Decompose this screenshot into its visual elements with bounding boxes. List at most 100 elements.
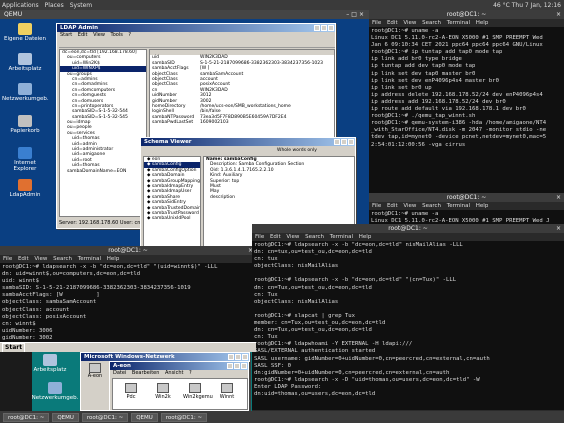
terminal-menu[interactable]: File Edit View Search Terminal Help	[0, 255, 256, 263]
close-icon[interactable]: ×	[556, 193, 561, 202]
terminal-line: root@DC1:~# ldapsearch -x -b "dc=eon,dc=…	[2, 264, 218, 270]
terminal-menu[interactable]: File Edit View Search Terminal Help	[369, 202, 564, 210]
taskbar-button[interactable]: QEMU	[52, 412, 79, 422]
computer-icon	[157, 383, 169, 393]
network-icon	[89, 363, 101, 373]
desktop-icon-ie[interactable]: Internet Explorer	[2, 147, 48, 172]
schema-detail-line: description	[210, 194, 236, 200]
terminal-line: ip tuntap add dev tap0 mode tap	[371, 63, 476, 70]
network-entry-aeon[interactable]: A-eon	[83, 363, 107, 379]
system-menu[interactable]: System	[70, 2, 92, 9]
terminal-line: root@DC1:~# ldapwhoami -Y EXTERNAL -H ld…	[254, 341, 413, 348]
terminal-right-top[interactable]: root@DC1: ~ × File Edit View Search Termi…	[369, 10, 564, 193]
attribute-value: [W ]	[200, 66, 210, 72]
win2k-desktop: Eigene Dateien Arbeitsplatz Netzwerkumge…	[0, 19, 369, 255]
close-icon[interactable]: ×	[556, 10, 561, 19]
clock-status: 46 °C Thu 7 Jan, 12:16	[493, 1, 561, 9]
terminal-line: objectClass: sambaSamAccount	[2, 299, 97, 306]
aeon-menu[interactable]: Datei Bearbeiten Ansicht ?	[110, 370, 248, 377]
tree-node[interactable]: sambaDomainName=EON	[60, 169, 146, 174]
taskbar-button[interactable]: root@DC1: ~	[81, 412, 129, 422]
network-icon	[48, 382, 62, 394]
terminal-line: sambaSID: S-1-5-21-2187099686-3382362303…	[2, 285, 191, 292]
bottom-panel: root@DC1: ~ QEMU root@DC1: ~ QEMU root@DC1: …	[0, 411, 564, 423]
schema-class-list[interactable]: ◆ eon ◆ sambaConfig ◆ sambaConfigOption ◆ s…	[143, 156, 201, 248]
top-panel: Applications Places System 46 °C Thu 7 J…	[0, 0, 564, 10]
terminal-line: gidNumber: 3002	[2, 334, 53, 341]
terminal-output: root@DC1:~# ldapsearch -x -b "dc=eon,dc=…	[0, 263, 256, 346]
terminal-line: ip link set dev tap0 master br0	[371, 70, 476, 77]
terminal-line: cn: tux	[254, 256, 278, 263]
close-icon[interactable]: ×	[556, 224, 561, 233]
desktop-icon-network[interactable]: Netzwerkumgeb.	[2, 83, 49, 102]
desktop-icon-trash[interactable]: Papierkorb	[2, 115, 48, 134]
window-buttons[interactable]	[228, 354, 248, 360]
places-menu[interactable]: Places	[45, 2, 64, 9]
terminal-line: objectClass: posixAccount	[2, 313, 87, 320]
terminal-line: SASL username: gidNumber=0+uidNumber=0,c…	[254, 355, 490, 362]
terminal-output: root@DC1:~# uname -a Linux DC1 5.11.0-rc2…	[369, 27, 564, 150]
terminal-line: root@DC1:~# ldapsearch -x -D "uid=thomas…	[254, 376, 480, 383]
computer-entry[interactable]: Winnt	[215, 383, 239, 400]
taskbar-button[interactable]: root@DC1: ~	[160, 412, 208, 422]
desktop-icon-ldapadmin[interactable]: LdapAdmin	[2, 179, 48, 198]
qemu-window-win2k: QEMU –□× Eigene Dateien Arbeitsplatz Netz…	[0, 10, 369, 255]
desktop-icon-label: Arbeitsplatz	[8, 66, 42, 72]
attribute-value: 3002	[200, 98, 212, 104]
terminal-middle[interactable]: root@DC1: ~ × File Edit View Search Termi…	[0, 246, 256, 346]
attribute-row[interactable]: sambaPwdLastSet 1609002103	[150, 120, 334, 125]
taskbar-button[interactable]: root@DC1: ~	[3, 412, 50, 422]
applications-menu[interactable]: Applications	[2, 2, 39, 9]
terminal-line: objectClass: nisMailAlias	[254, 263, 339, 270]
terminal-ldap[interactable]: root@DC1: ~ × File Edit View Search Termi…	[252, 224, 564, 410]
desktop-icon-label: Arbeitsplatz	[33, 367, 67, 373]
computer-entry[interactable]: Win2k	[151, 383, 175, 400]
terminal-line: root@DC1:~# uname -a	[371, 28, 439, 34]
toolbar[interactable]	[59, 40, 335, 48]
computer-label: Winnt	[219, 394, 235, 400]
terminal-line: dn: cn=Tux,ou=test_ou,dc=eon,dc=tld	[254, 284, 372, 291]
terminal-line: member: cn=Tux,ou=test_ou,dc=eon,dc=tld	[254, 320, 386, 327]
terminal-line: root@DC1:~# ./qemu_tap_winnt.sh	[371, 113, 476, 120]
terminal-menu[interactable]: File Edit View Search Terminal Help	[369, 19, 564, 27]
terminal-line: sambaAcctFlags: [W ]	[2, 292, 100, 299]
desktop-icon-network[interactable]: Netzwerkumgeb.	[30, 382, 80, 401]
desktop-icon-computer[interactable]: Arbeitsplatz	[2, 53, 48, 72]
taskbar-button[interactable]: QEMU	[131, 412, 158, 422]
attribute-value: WIN2K3DAD	[200, 87, 228, 93]
terminal-menu[interactable]: File Edit View Search Terminal Help	[252, 233, 564, 241]
terminal-line: Jan 6 09:10:34 CET 2021 ppc64 ppc64 ppc6…	[371, 42, 543, 49]
terminal-line: dn: uid=winnt$,ou=computers,dc=eon,dc=tl…	[2, 271, 141, 278]
computer-entry[interactable]: Win2kgemu	[183, 383, 213, 400]
qemu-title: QEMU	[4, 11, 23, 18]
schema-class-item[interactable]: ◆ sambaUnixIdPool	[144, 216, 200, 221]
window-buttons[interactable]	[314, 25, 334, 31]
terminal-line: ip link add br0 type bridge	[371, 56, 462, 63]
ldapadmin-menu[interactable]: Start Edit View Tools ?	[57, 32, 335, 39]
terminal-line: 2:54:01:12:00:56 -vga cirrus	[371, 141, 466, 148]
terminal-line: Enter LDAP Password:	[254, 383, 322, 390]
attribute-table[interactable]: uid WIN2K3DAD sambaSID S-1-5-21-2187099686-…	[149, 49, 335, 149]
qemu-titlebar: QEMU –□×	[0, 10, 369, 19]
desktop-icon-label: Netzwerkumgeb.	[2, 96, 49, 102]
window-controls[interactable]: –□×	[346, 11, 369, 18]
computer-list[interactable]: Pdc Win2k Win2kgemu Winnt	[112, 378, 248, 410]
terminal-line: ip link set dev enP4096p4s4 master br0	[371, 77, 499, 84]
window-buttons[interactable]	[334, 139, 354, 145]
terminal-line: root@DC1:~# uname -a	[371, 211, 439, 217]
window-buttons[interactable]	[227, 363, 247, 369]
whole-words-checkbox[interactable]: Whole words only	[277, 148, 355, 155]
desktop-icon-documents[interactable]: Eigene Dateien	[2, 23, 48, 42]
terminal-line: dn:uid=thomas,ou=users,dc=eon,dc=tld	[254, 390, 376, 397]
desktop-icon-label: Netzwerkumgeb.	[31, 395, 79, 401]
directory-tree[interactable]: dc=eon,dc=tld [192.168.178.60] ou=compute…	[59, 49, 147, 217]
desktop-icon-computer[interactable]: Arbeitsplatz	[30, 354, 70, 373]
terminal-line: cn: winnt$	[2, 320, 36, 327]
internet-explorer-icon	[18, 147, 32, 159]
computer-label: Win2kgemu	[183, 394, 213, 400]
computer-entry[interactable]: Pdc	[119, 383, 143, 400]
terminal-line: uidNumber: 3006	[2, 327, 53, 334]
computer-label: Pdc	[126, 394, 136, 400]
